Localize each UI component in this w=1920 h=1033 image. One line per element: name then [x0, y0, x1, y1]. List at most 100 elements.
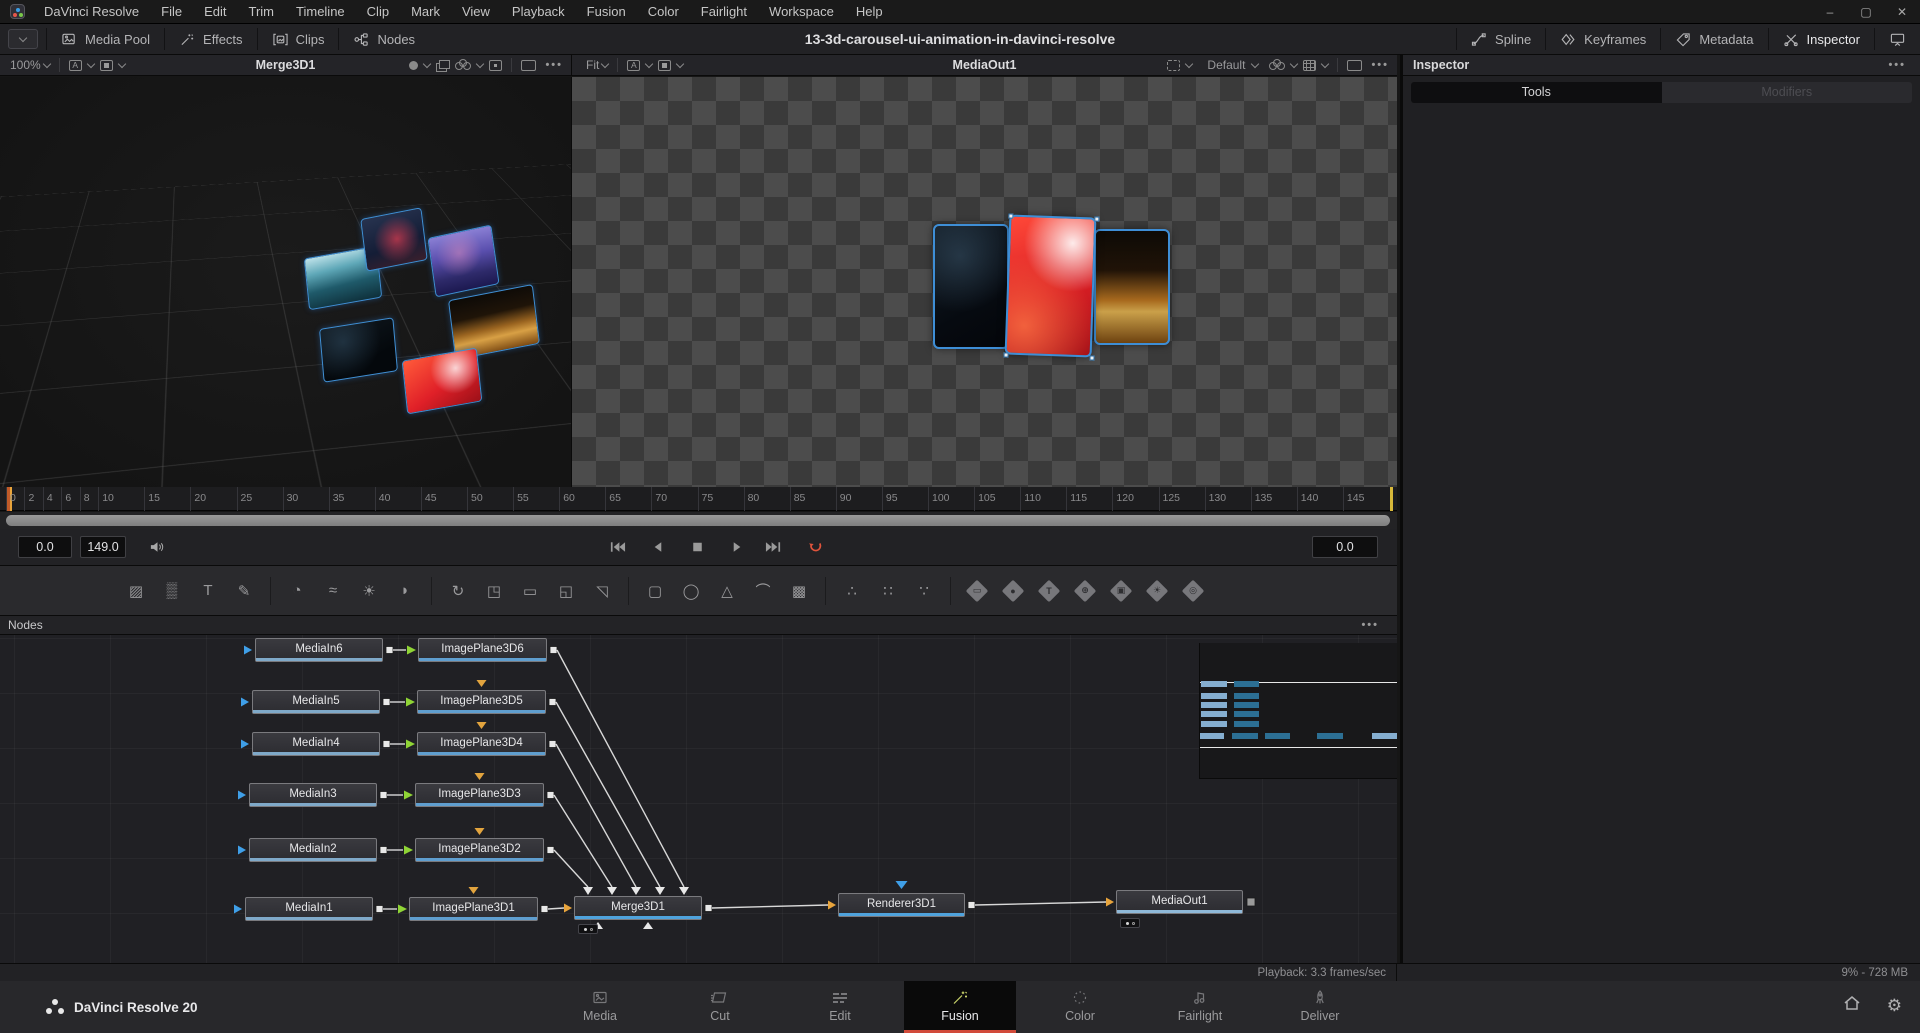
right-viewer-output-viewport[interactable]: [572, 77, 1397, 487]
letterbox-tool-icon[interactable]: ▭: [516, 576, 544, 606]
menu-timeline[interactable]: Timeline: [285, 0, 356, 24]
merge-3d-tool-icon[interactable]: ⊕: [1071, 576, 1099, 606]
lut-select[interactable]: Default: [1207, 58, 1245, 72]
selection-handle[interactable]: [1089, 355, 1094, 360]
right-viewer-options-menu[interactable]: •••: [1371, 59, 1389, 71]
guides-button[interactable]: [489, 60, 502, 71]
crop-tool-icon[interactable]: ◱: [552, 576, 580, 606]
transform-tool-icon[interactable]: ↻: [444, 576, 472, 606]
spot-light-tool-icon[interactable]: ☀: [1143, 576, 1171, 606]
right-viewer-zoom-select[interactable]: Fit: [586, 58, 599, 72]
page-tab-color[interactable]: Color: [1024, 981, 1136, 1030]
left-viewer-3d-viewport[interactable]: x Perspective: [0, 77, 572, 487]
menu-playback[interactable]: Playback: [501, 0, 576, 24]
effects-button[interactable]: Effects: [165, 24, 257, 54]
inspector-button[interactable]: Inspector: [1769, 24, 1874, 54]
go-to-end-button[interactable]: [758, 534, 788, 560]
menu-clip[interactable]: Clip: [356, 0, 400, 24]
color-corrector-tool-icon[interactable]: ◔: [283, 576, 311, 606]
page-tab-cut[interactable]: Cut: [664, 981, 776, 1030]
timeline-scrollbar-thumb[interactable]: [6, 515, 1390, 526]
node-imageplane3d6[interactable]: ImagePlane3D6: [418, 638, 547, 662]
polygon-mask-tool-icon[interactable]: △: [713, 576, 741, 606]
image-plane-3d-tool-icon[interactable]: ▭: [963, 576, 991, 606]
carousel-dark-droplets[interactable]: [933, 224, 1009, 349]
node-mediain6[interactable]: MediaIn6: [255, 638, 383, 662]
current-frame-field[interactable]: 0.0: [1312, 536, 1378, 558]
node-imageplane3d3[interactable]: ImagePlane3D3: [415, 783, 544, 807]
range-end-field[interactable]: 149.0: [80, 536, 126, 558]
page-tab-fairlight[interactable]: Fairlight: [1144, 981, 1256, 1030]
menu-trim[interactable]: Trim: [238, 0, 286, 24]
play-button[interactable]: [722, 534, 752, 560]
menu-mark[interactable]: Mark: [400, 0, 451, 24]
inspector-options-menu[interactable]: •••: [1888, 59, 1906, 71]
menu-color[interactable]: Color: [637, 0, 690, 24]
renderer-3d-tool-icon[interactable]: ◎: [1179, 576, 1207, 606]
particle-noise-tool-icon[interactable]: ∵: [910, 576, 938, 606]
resize-tool-icon[interactable]: ◹: [588, 576, 616, 606]
brightness-contrast-tool-icon[interactable]: ☀: [355, 576, 383, 606]
node-imageplane3d4[interactable]: ImagePlane3D4: [417, 732, 546, 756]
nodes-button[interactable]: Nodes: [339, 24, 429, 54]
frame-button[interactable]: [1347, 60, 1362, 71]
menu-help[interactable]: Help: [845, 0, 894, 24]
node-mediain2[interactable]: MediaIn2: [249, 838, 377, 862]
left-viewer-zoom-select[interactable]: 100%: [10, 58, 41, 72]
channel-select-button[interactable]: A: [627, 60, 640, 71]
ellipse-mask-tool-icon[interactable]: ◯: [677, 576, 705, 606]
paint-mask-tool-icon[interactable]: ▩: [785, 576, 813, 606]
carousel-golden-dune[interactable]: [1094, 229, 1170, 345]
left-viewer-options-menu[interactable]: •••: [545, 59, 563, 71]
menu-fairlight[interactable]: Fairlight: [690, 0, 758, 24]
color-controls-button[interactable]: [1269, 59, 1285, 71]
inspector-tab-tools[interactable]: Tools: [1411, 82, 1662, 103]
node-mediain1[interactable]: MediaIn1: [245, 897, 373, 921]
shape-3d-tool-icon[interactable]: ●: [999, 576, 1027, 606]
menu-view[interactable]: View: [451, 0, 501, 24]
view-layout-button[interactable]: [658, 60, 671, 71]
camera-3d-tool-icon[interactable]: ▣: [1107, 576, 1135, 606]
background-tool-icon[interactable]: ▨: [122, 576, 150, 606]
metadata-button[interactable]: Metadata: [1661, 24, 1767, 54]
fast-noise-tool-icon[interactable]: ▒: [158, 576, 186, 606]
step-back-button[interactable]: [642, 534, 672, 560]
node-imageplane3d2[interactable]: ImagePlane3D2: [415, 838, 544, 862]
stop-button[interactable]: [682, 534, 712, 560]
hue-curves-tool-icon[interactable]: ◗: [391, 576, 419, 606]
page-tab-deliver[interactable]: Deliver: [1264, 981, 1376, 1030]
particle-emitter-tool-icon[interactable]: ∴: [838, 576, 866, 606]
paint-tool-icon[interactable]: ✎: [230, 576, 258, 606]
text-plus-tool-icon[interactable]: T: [194, 576, 222, 606]
node-imageplane3d5[interactable]: ImagePlane3D5: [417, 690, 546, 714]
node-graph-navigator[interactable]: [1199, 643, 1397, 779]
close-button[interactable]: ✕: [1884, 0, 1920, 24]
color-controls-button[interactable]: [455, 59, 471, 71]
menu-workspace[interactable]: Workspace: [758, 0, 845, 24]
page-tab-media[interactable]: Media: [544, 981, 656, 1030]
node-mediain3[interactable]: MediaIn3: [249, 783, 377, 807]
secondary-screen-button[interactable]: [1875, 24, 1920, 54]
view-layout-button[interactable]: [100, 60, 113, 71]
loop-button[interactable]: [800, 534, 830, 560]
page-tab-edit[interactable]: Edit: [784, 981, 896, 1030]
particle-render-tool-icon[interactable]: ∷: [874, 576, 902, 606]
node-merge3d1[interactable]: Merge3D1: [574, 896, 702, 920]
timeline-ruler[interactable]: 0246810152025303540455055606570758085909…: [0, 487, 1397, 511]
proxy-button[interactable]: [1167, 60, 1180, 71]
audio-mute-button[interactable]: [142, 534, 172, 560]
menu-edit[interactable]: Edit: [193, 0, 237, 24]
node-imageplane3d1[interactable]: ImagePlane3D1: [409, 897, 538, 921]
menu-fusion[interactable]: Fusion: [576, 0, 637, 24]
menu-davinci-resolve[interactable]: DaVinci Resolve: [33, 0, 150, 24]
roi-button[interactable]: [409, 61, 418, 70]
spline-button[interactable]: Spline: [1457, 24, 1545, 54]
carousel-red-abstract[interactable]: [1005, 215, 1097, 358]
inspector-tab-modifiers[interactable]: Modifiers: [1662, 82, 1913, 103]
node-mediaout1[interactable]: MediaOut1: [1116, 890, 1243, 914]
project-home-button[interactable]: [1843, 995, 1861, 1016]
selection-handle[interactable]: [1094, 216, 1099, 221]
node-graph[interactable]: MediaIn6ImagePlane3D6MediaIn5ImagePlane3…: [0, 635, 1397, 963]
frame-button[interactable]: [521, 60, 536, 71]
keyframes-button[interactable]: Keyframes: [1546, 24, 1660, 54]
